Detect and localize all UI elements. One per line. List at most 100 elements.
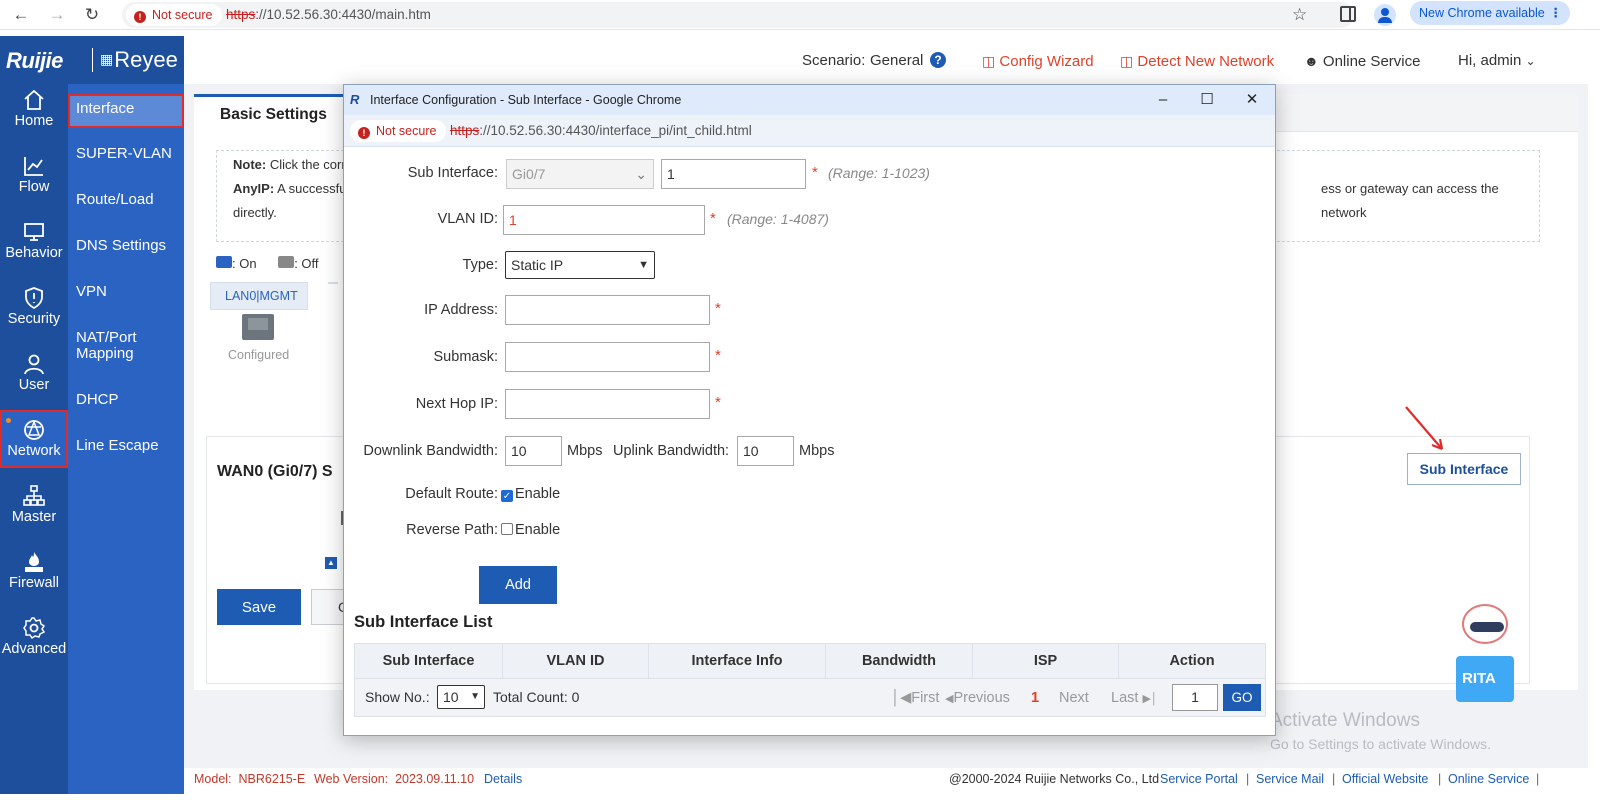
checkbox-unchecked-icon[interactable] bbox=[501, 523, 513, 535]
last-page-button[interactable]: Last ▶│ bbox=[1111, 689, 1158, 708]
more-icon: ⋮ bbox=[1549, 6, 1563, 20]
column-action: Action bbox=[1169, 653, 1215, 669]
nav-firewall[interactable]: Firewall bbox=[0, 548, 68, 610]
first-page-button[interactable]: │◀First bbox=[891, 689, 939, 707]
checkbox-checked-icon[interactable]: ✓ bbox=[501, 490, 513, 502]
activate-windows-title: Activate Windows bbox=[1270, 710, 1420, 731]
submenu-route-load[interactable]: Route/Load bbox=[68, 192, 184, 208]
footer-sep: | bbox=[1536, 772, 1540, 786]
previous-page-button[interactable]: ◀Previous bbox=[945, 689, 1010, 708]
total-count: Total Count: 0 bbox=[493, 689, 580, 705]
current-page: 1 bbox=[1031, 690, 1040, 706]
submenu-nat-port-mapping[interactable]: NAT/Port Mapping bbox=[68, 330, 168, 362]
scenario-value[interactable]: General bbox=[870, 52, 923, 70]
page-size-select[interactable]: 10 ▼ bbox=[437, 685, 485, 709]
type-select[interactable]: Static IP ▼ bbox=[505, 251, 655, 279]
sub-interface-number-input[interactable]: 1 bbox=[661, 159, 806, 189]
online-service-link[interactable]: ☻ Online Service bbox=[1304, 52, 1420, 71]
nav-user[interactable]: User bbox=[0, 350, 68, 412]
back-icon[interactable]: ← bbox=[10, 4, 32, 26]
nav-home[interactable]: Home bbox=[0, 86, 68, 148]
home-icon bbox=[24, 89, 44, 110]
port-tag-partial[interactable] bbox=[328, 282, 338, 284]
reload-icon[interactable]: ↻ bbox=[81, 4, 103, 26]
sidepanel-icon[interactable] bbox=[1340, 6, 1356, 22]
port-tag-lan0[interactable]: LAN0|MGMT bbox=[210, 282, 308, 310]
nav-flow[interactable]: Flow bbox=[0, 152, 68, 214]
ip-address-label: IP Address: bbox=[424, 302, 498, 318]
popup-title: Interface Configuration - Sub Interface … bbox=[370, 93, 682, 107]
logo-divider bbox=[92, 48, 93, 72]
monitor-icon bbox=[24, 223, 44, 241]
detect-network-link[interactable]: ◫ Detect New Network bbox=[1120, 52, 1274, 71]
close-icon[interactable]: ✕ bbox=[1230, 85, 1274, 115]
uplink-bandwidth-label: Uplink Bandwidth: bbox=[613, 443, 730, 459]
next-page-button[interactable]: Next bbox=[1059, 689, 1089, 707]
help-icon[interactable]: ? bbox=[930, 52, 946, 68]
show-no-label: Show No.: bbox=[365, 689, 430, 705]
profile-icon[interactable] bbox=[1374, 4, 1396, 26]
brand-logo: Ruijie ▦Reyee bbox=[0, 36, 184, 84]
nav-security[interactable]: Security bbox=[0, 284, 68, 346]
tab-basic-label: Basic Settings bbox=[220, 106, 327, 123]
popup-not-secure-chip[interactable]: ! Not secure bbox=[350, 120, 447, 142]
maximize-icon[interactable]: ☐ bbox=[1185, 85, 1229, 115]
add-button[interactable]: Add bbox=[479, 566, 557, 604]
footer-official-website[interactable]: Official Website bbox=[1342, 768, 1428, 790]
next-hop-input[interactable] bbox=[505, 389, 710, 419]
footer-sep: | bbox=[1246, 772, 1250, 786]
column-interface-info: Interface Info bbox=[649, 644, 826, 678]
chevron-down-icon: ▼ bbox=[638, 259, 649, 271]
ethernet-port-icon[interactable] bbox=[242, 314, 274, 340]
chrome-update-button[interactable]: New Chrome available ⋮ bbox=[1410, 1, 1570, 25]
sub-interface-button[interactable]: Sub Interface bbox=[1407, 453, 1521, 485]
submenu-dns-settings[interactable]: DNS Settings bbox=[68, 238, 184, 254]
chevron-down-icon: ⌄ bbox=[635, 166, 647, 182]
expand-icon[interactable]: ▲ bbox=[325, 557, 337, 569]
nav-master[interactable]: Master bbox=[0, 482, 68, 544]
not-secure-chip[interactable]: ! Not secure bbox=[126, 4, 223, 26]
nav-network[interactable]: Network bbox=[0, 410, 68, 468]
config-wizard-link[interactable]: ◫ Config Wizard bbox=[982, 52, 1094, 71]
submask-input[interactable] bbox=[505, 342, 710, 372]
nav-advanced[interactable]: Advanced bbox=[0, 614, 68, 676]
reverse-path-checkbox[interactable]: Enable bbox=[501, 520, 560, 540]
user-menu[interactable]: Hi, admin ⌄ bbox=[1458, 52, 1536, 70]
uplink-bandwidth-input[interactable]: 10 bbox=[737, 436, 794, 466]
firewall-icon bbox=[25, 552, 43, 572]
downlink-bandwidth-input[interactable]: 10 bbox=[505, 436, 562, 466]
rita-assistant[interactable]: RITA bbox=[1452, 600, 1522, 710]
ip-address-input[interactable] bbox=[505, 295, 710, 325]
default-route-checkbox[interactable]: ✓ Enable bbox=[501, 484, 560, 504]
column-bandwidth: Bandwidth bbox=[826, 644, 973, 678]
footer-details-link[interactable]: Details bbox=[484, 768, 522, 790]
submenu-dhcp[interactable]: DHCP bbox=[68, 392, 184, 408]
vlan-id-input[interactable]: 1 bbox=[503, 205, 705, 235]
next-hop-label: Next Hop IP: bbox=[415, 396, 498, 412]
submenu-vpn[interactable]: VPN bbox=[68, 284, 184, 300]
page-number-input[interactable]: 1 bbox=[1172, 684, 1218, 711]
footer-online-service[interactable]: Online Service bbox=[1448, 768, 1529, 790]
go-button[interactable]: GO bbox=[1223, 684, 1261, 711]
submenu-super-vlan[interactable]: SUPER-VLAN bbox=[68, 146, 184, 162]
detect-icon: ◫ bbox=[1120, 53, 1134, 69]
port-status: Configured bbox=[228, 348, 290, 362]
footer-service-portal[interactable]: Service Portal bbox=[1160, 768, 1238, 790]
address-bar[interactable]: ! Not secure https://10.52.56.30:4430/mai… bbox=[122, 2, 1354, 28]
submenu-interface[interactable]: Interface bbox=[68, 94, 184, 128]
popup-address-bar[interactable]: ! Not secure https://10.52.56.30:4430/int… bbox=[344, 115, 1275, 147]
footer-sep: | bbox=[1332, 772, 1336, 786]
port-on-icon bbox=[216, 256, 232, 268]
sub-interface-range-hint: (Range: 1-1023) bbox=[828, 165, 930, 181]
warning-icon: ! bbox=[134, 11, 146, 23]
submenu-line-escape[interactable]: Line Escape bbox=[68, 438, 184, 454]
save-button[interactable]: Save bbox=[217, 589, 301, 625]
vlan-id-label: VLAN ID: bbox=[437, 211, 498, 227]
forward-icon[interactable]: → bbox=[46, 4, 68, 26]
nav-behavior[interactable]: Behavior bbox=[0, 218, 68, 280]
primary-sidebar: Home Flow Behavior Security User Network… bbox=[0, 84, 68, 794]
minimize-icon[interactable]: – bbox=[1141, 85, 1185, 115]
bookmark-star-icon[interactable]: ☆ bbox=[1292, 5, 1307, 25]
footer-service-mail[interactable]: Service Mail bbox=[1256, 768, 1324, 790]
sub-interface-select[interactable]: Gi0/7 ⌄ bbox=[506, 159, 654, 189]
